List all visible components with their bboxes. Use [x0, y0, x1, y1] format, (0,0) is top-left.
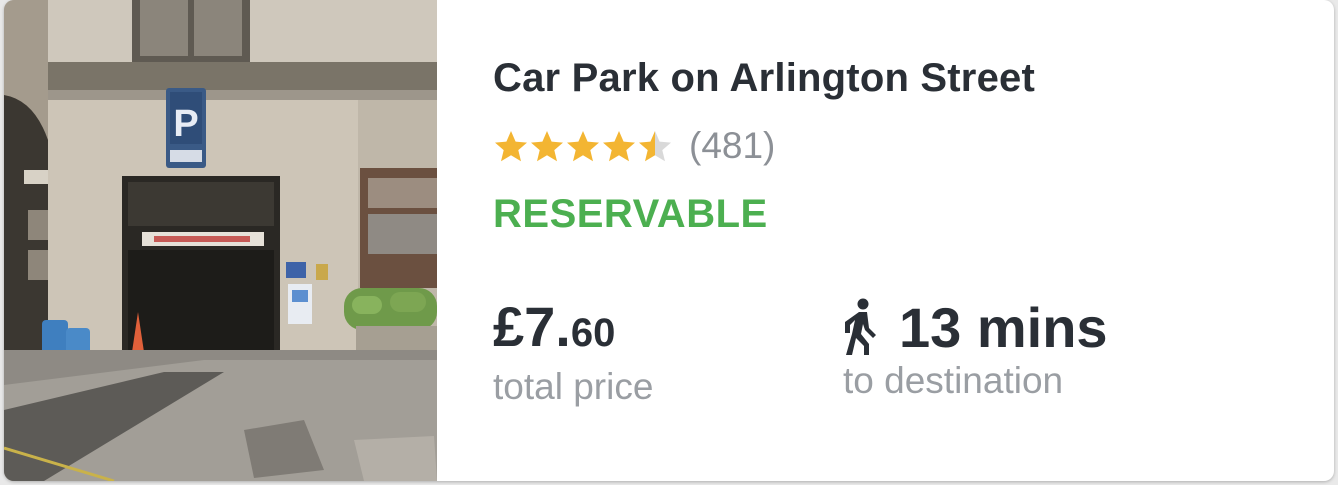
rating-row: (481)	[493, 122, 775, 170]
car-park-photo: P	[4, 0, 437, 481]
walk-time: 13 mins	[899, 295, 1108, 359]
walk-value: 13 mins	[843, 292, 1108, 362]
walk-block: 13 mins to destination	[843, 292, 1108, 402]
reservable-status: RESERVABLE	[493, 192, 768, 236]
price-pence: 60	[570, 311, 616, 355]
price-label: total price	[493, 366, 654, 407]
star-icon	[531, 131, 563, 162]
parking-sign-icon: P	[166, 88, 206, 168]
car-park-card[interactable]: P Car Park on Arlington Street (481) RES…	[4, 0, 1334, 481]
price-value: £7.60	[493, 292, 653, 368]
star-icon	[603, 131, 635, 162]
svg-text:P: P	[173, 103, 198, 145]
star-icon	[639, 131, 671, 162]
price-main: £7.	[493, 295, 571, 358]
walking-person-icon	[843, 298, 879, 356]
star-icon	[495, 131, 527, 162]
star-rating	[493, 129, 673, 163]
walk-label: to destination	[843, 360, 1064, 401]
price-block: £7.60 total price	[493, 292, 653, 408]
review-count: (481)	[689, 125, 776, 166]
car-park-info: Car Park on Arlington Street (481) RESER…	[437, 0, 1334, 481]
car-park-title: Car Park on Arlington Street	[493, 56, 1035, 100]
star-icon	[567, 131, 599, 162]
